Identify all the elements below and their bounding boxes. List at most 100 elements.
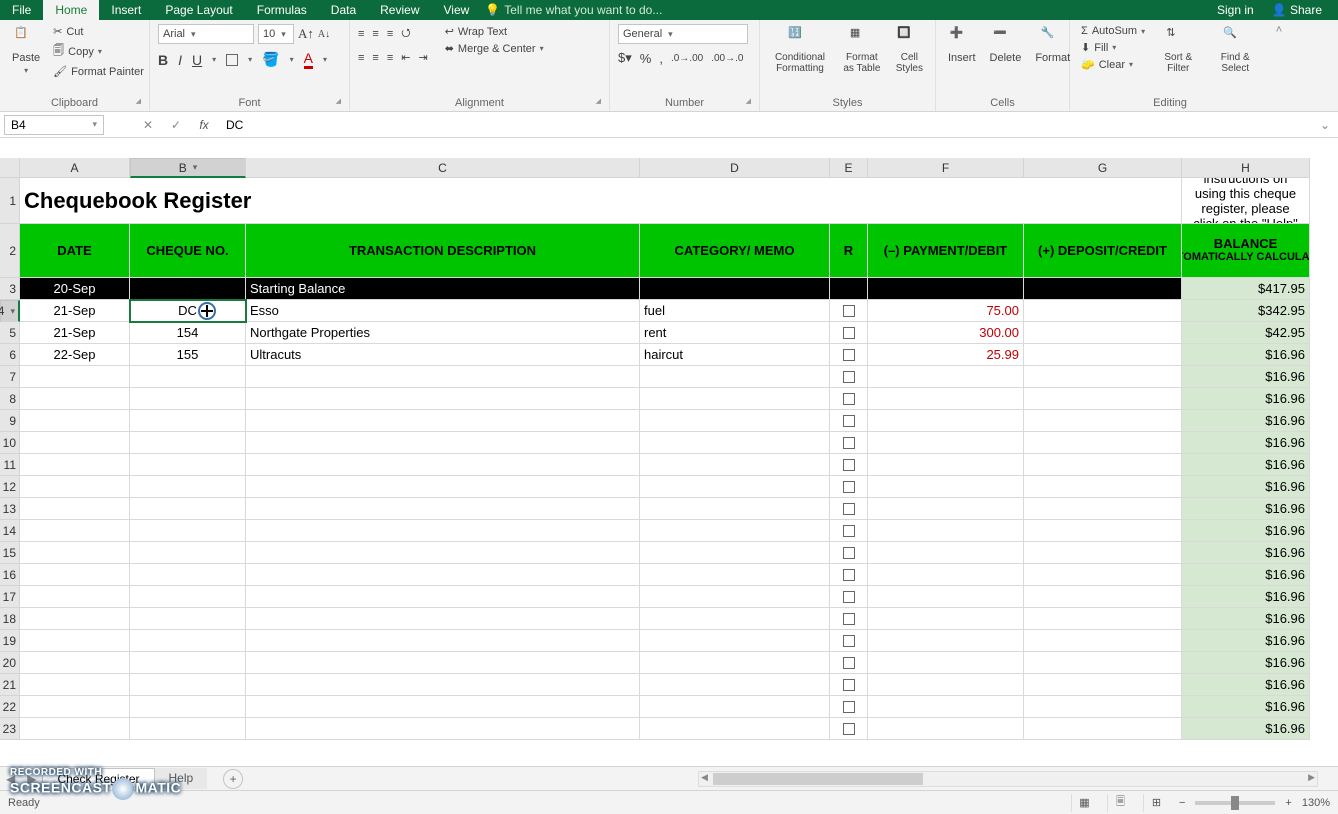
cell-date[interactable]: 20-Sep (20, 278, 130, 300)
cell-empty[interactable] (20, 454, 130, 476)
format-painter-button[interactable]: 🖌Format Painter (50, 64, 147, 79)
accept-formula-button[interactable]: ✓ (162, 118, 190, 132)
fx-icon[interactable]: fx (190, 118, 218, 132)
cell-empty[interactable] (246, 520, 640, 542)
cell-empty[interactable] (20, 388, 130, 410)
header-r[interactable]: R (830, 224, 868, 278)
formula-input[interactable]: DC (218, 118, 1312, 132)
cell-empty[interactable] (246, 498, 640, 520)
cell-description[interactable]: Starting Balance (246, 278, 640, 300)
cell-empty[interactable] (830, 542, 868, 564)
format-as-table-button[interactable]: ▦Format as Table (838, 24, 886, 76)
column-header-H[interactable]: H (1182, 158, 1310, 178)
cell-empty[interactable] (20, 542, 130, 564)
cell-empty[interactable]: $16.96 (1182, 652, 1310, 674)
cell-empty[interactable] (830, 586, 868, 608)
cell-empty[interactable]: $16.96 (1182, 432, 1310, 454)
header-balance[interactable]: BALANCE(AUTOMATICALLY CALCULATES) (1182, 224, 1310, 278)
cell-cheque[interactable] (130, 278, 246, 300)
reconcile-checkbox[interactable] (843, 305, 855, 317)
column-header-C[interactable]: C (246, 158, 640, 178)
reconcile-checkbox[interactable] (843, 701, 855, 713)
cell-empty[interactable] (830, 652, 868, 674)
cell-empty[interactable] (1024, 388, 1182, 410)
header-desc[interactable]: TRANSACTION DESCRIPTION (246, 224, 640, 278)
cell-description[interactable]: Northgate Properties (246, 322, 640, 344)
borders-button[interactable] (226, 54, 238, 66)
accounting-format-button[interactable]: $▾ (618, 50, 632, 66)
header-credit[interactable]: (+) DEPOSIT/CREDIT (1024, 224, 1182, 278)
cell-empty[interactable]: $16.96 (1182, 498, 1310, 520)
increase-decimal-button[interactable]: .0→.00 (671, 53, 703, 64)
cell-reconcile[interactable] (830, 344, 868, 366)
cell-empty[interactable] (246, 718, 640, 740)
cell-empty[interactable] (1024, 630, 1182, 652)
cell-empty[interactable]: $16.96 (1182, 388, 1310, 410)
page-break-view-button[interactable]: ⊞ (1143, 794, 1169, 812)
cell-empty[interactable] (246, 542, 640, 564)
cell-empty[interactable] (130, 674, 246, 696)
cell-description[interactable]: Esso (246, 300, 640, 322)
cell-empty[interactable] (130, 388, 246, 410)
cell-empty[interactable] (130, 498, 246, 520)
cell-empty[interactable] (868, 652, 1024, 674)
cell-empty[interactable] (830, 476, 868, 498)
cell-balance[interactable]: $16.96 (1182, 344, 1310, 366)
cell-debit[interactable] (868, 278, 1024, 300)
cell-empty[interactable] (130, 366, 246, 388)
underline-button[interactable]: U (192, 52, 202, 68)
cell-empty[interactable] (246, 674, 640, 696)
sheet-nav-next[interactable]: ▶ (21, 772, 42, 786)
cell-empty[interactable] (130, 454, 246, 476)
cell-reconcile[interactable] (830, 322, 868, 344)
row-header-21[interactable]: 21 (0, 674, 20, 696)
cell-empty[interactable] (130, 476, 246, 498)
cell-category[interactable]: fuel (640, 300, 830, 322)
cell-empty[interactable] (130, 608, 246, 630)
reconcile-checkbox[interactable] (843, 569, 855, 581)
cell-empty[interactable] (830, 432, 868, 454)
cell-empty[interactable] (830, 674, 868, 696)
cell-empty[interactable] (1024, 674, 1182, 696)
reconcile-checkbox[interactable] (843, 437, 855, 449)
horizontal-scrollbar[interactable] (698, 771, 1318, 787)
fill-button[interactable]: ⬇Fill▾ (1078, 40, 1148, 55)
cell-empty[interactable] (20, 718, 130, 740)
cell-cheque[interactable]: 155 (130, 344, 246, 366)
increase-font-button[interactable]: A↑ (298, 26, 314, 42)
cell-empty[interactable] (830, 564, 868, 586)
cell-empty[interactable] (20, 432, 130, 454)
cell-empty[interactable] (20, 696, 130, 718)
cell-empty[interactable] (20, 564, 130, 586)
cell-empty[interactable] (640, 586, 830, 608)
cell-empty[interactable] (20, 476, 130, 498)
cell-category[interactable]: rent (640, 322, 830, 344)
row-header-7[interactable]: 7 (0, 366, 20, 388)
new-sheet-button[interactable]: + (223, 769, 243, 789)
cell-empty[interactable] (868, 476, 1024, 498)
cell-empty[interactable] (640, 652, 830, 674)
cell-empty[interactable] (830, 608, 868, 630)
cell-empty[interactable] (246, 476, 640, 498)
tab-view[interactable]: View (432, 0, 482, 20)
cell-debit[interactable]: 300.00 (868, 322, 1024, 344)
align-top-button[interactable]: ≡ (358, 28, 364, 40)
cell-category[interactable] (640, 278, 830, 300)
cell-empty[interactable] (640, 476, 830, 498)
cell-empty[interactable] (130, 630, 246, 652)
row-header-15[interactable]: 15 (0, 542, 20, 564)
cut-button[interactable]: ✂Cut (50, 24, 147, 39)
row-header-19[interactable]: 19 (0, 630, 20, 652)
cell-cheque[interactable]: 154 (130, 322, 246, 344)
cell-empty[interactable] (868, 454, 1024, 476)
cell-empty[interactable] (1024, 564, 1182, 586)
sign-in-link[interactable]: Sign in (1217, 3, 1254, 17)
column-header-G[interactable]: G (1024, 158, 1182, 178)
tell-me-search[interactable]: 💡 Tell me what you want to do... (485, 3, 662, 17)
cell-empty[interactable] (20, 674, 130, 696)
tab-review[interactable]: Review (368, 0, 431, 20)
align-bottom-button[interactable]: ≡ (387, 28, 393, 40)
insert-cells-button[interactable]: ➕Insert (944, 24, 980, 66)
sheet-nav-prev[interactable]: ◀ (0, 772, 21, 786)
row-header-4[interactable]: 4 (0, 300, 20, 322)
